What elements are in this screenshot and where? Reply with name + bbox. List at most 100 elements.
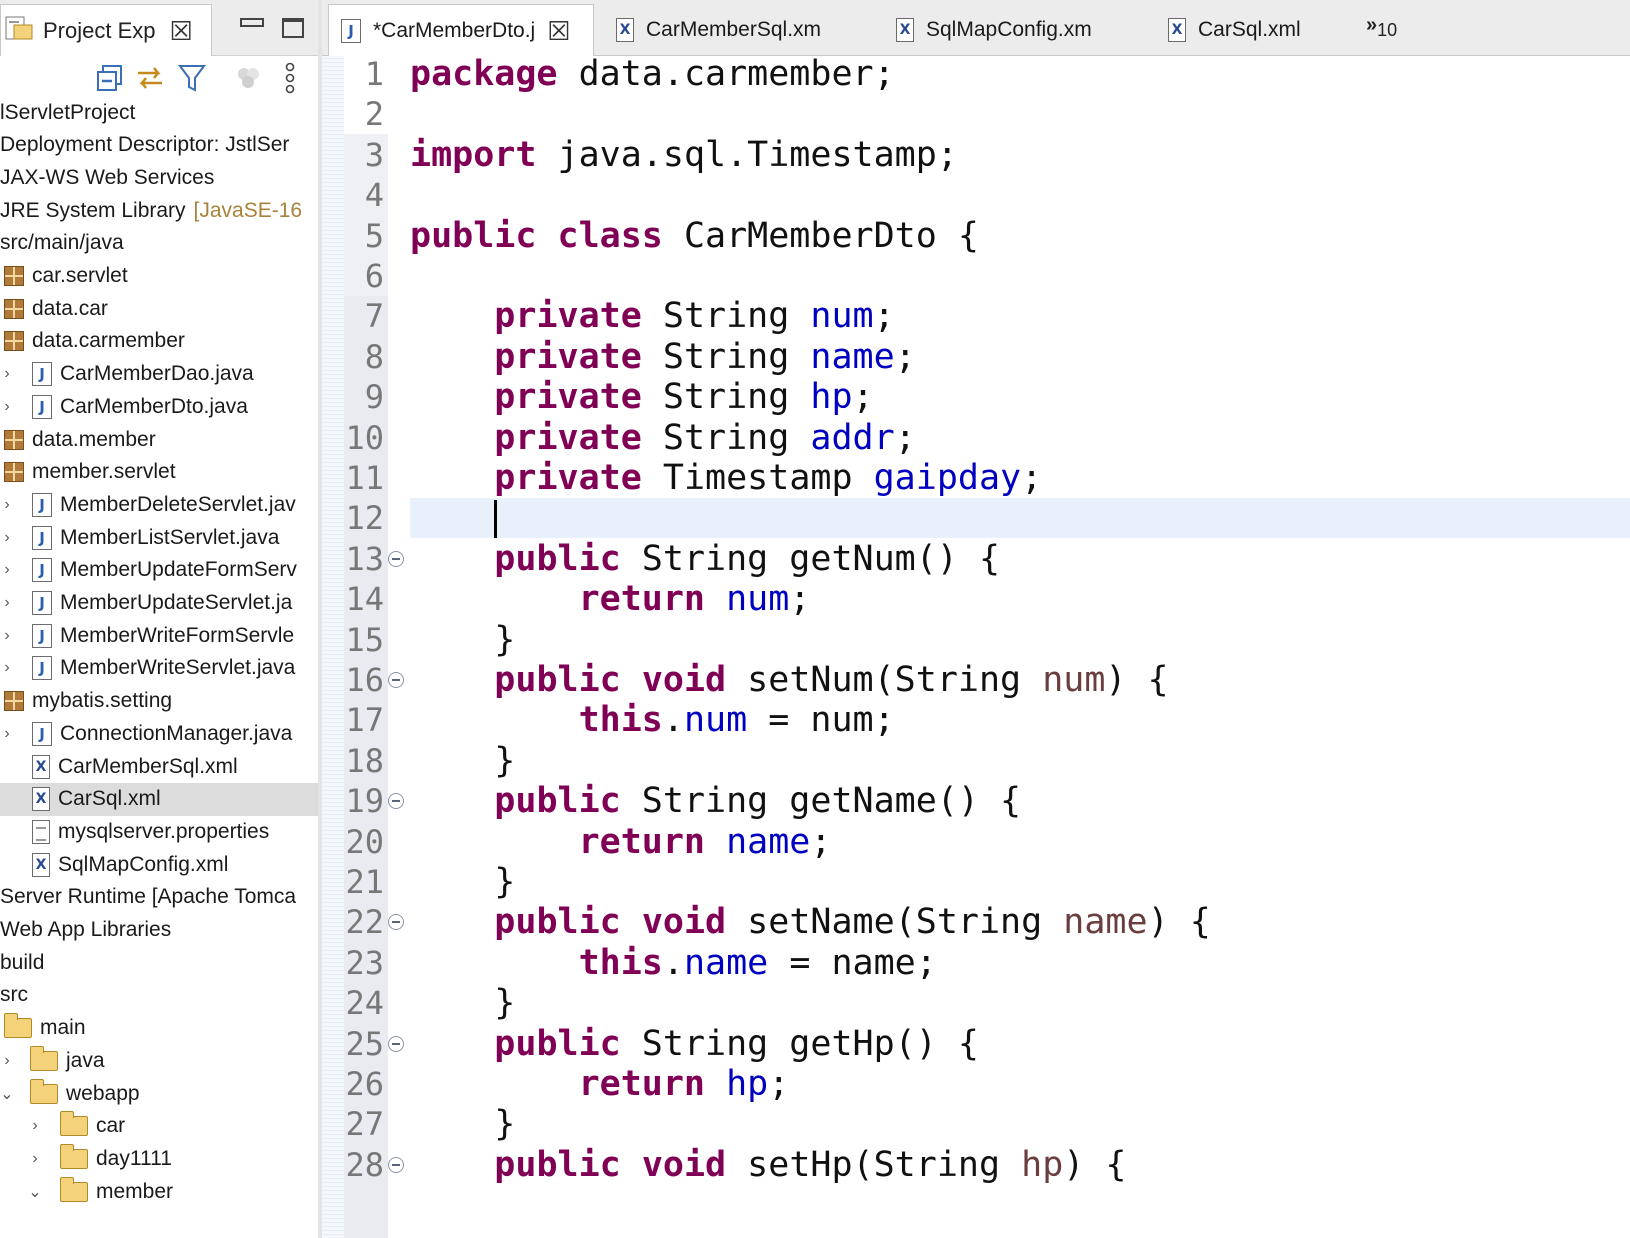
code-line[interactable]: public void setName(String name) {	[410, 902, 1210, 942]
close-icon[interactable]: ☒	[170, 18, 193, 44]
tree-item[interactable]: › J MemberWriteFormServle	[0, 619, 322, 652]
chevron-right-icon[interactable]: ›	[28, 1150, 42, 1168]
chevron-right-icon[interactable]: ›	[0, 659, 14, 677]
tab-project-explorer[interactable]: Project Exp ☒	[0, 4, 212, 56]
chevron-right-icon[interactable]: ›	[0, 725, 14, 743]
xml-file-icon: X	[616, 18, 634, 42]
tab-carmembersql[interactable]: X CarMemberSql.xm	[604, 4, 870, 56]
tree-item[interactable]: Server Runtime [Apache Tomca	[0, 881, 322, 914]
overview-ruler[interactable]	[322, 56, 344, 1238]
code-line[interactable]: public String getName() {	[410, 781, 1021, 821]
maximize-icon[interactable]	[282, 18, 304, 38]
tree-item[interactable]: › car	[0, 1110, 322, 1143]
chevron-right-icon[interactable]: ›	[0, 1052, 14, 1070]
fold-collapse-icon[interactable]	[388, 914, 404, 931]
code-line[interactable]: this.name = name;	[410, 943, 937, 983]
tree-item[interactable]: member.servlet	[0, 456, 322, 489]
tree-item[interactable]: X CarMemberSql.xml	[0, 750, 322, 783]
tab-carsql[interactable]: X CarSql.xml	[1156, 4, 1356, 56]
tree-item[interactable]: › J MemberUpdateFormServ	[0, 554, 322, 587]
code-line[interactable]: }	[410, 862, 515, 902]
code-line[interactable]: }	[410, 1104, 515, 1144]
code-line[interactable]: }	[410, 741, 515, 781]
tree-item[interactable]: lServletProject	[0, 96, 322, 129]
code-line[interactable]: private String addr;	[410, 418, 915, 458]
code-line[interactable]: public void setNum(String num) {	[410, 660, 1168, 700]
tree-item[interactable]: › J MemberListServlet.java	[0, 521, 322, 554]
fold-collapse-icon[interactable]	[388, 1035, 404, 1052]
code-line[interactable]: public void setHp(String hp) {	[410, 1145, 1126, 1185]
filter-icon[interactable]	[176, 62, 208, 94]
code-line[interactable]: return hp;	[410, 1064, 790, 1104]
tree-item[interactable]: › J MemberUpdateServlet.ja	[0, 587, 322, 620]
code-line[interactable]: return num;	[410, 579, 811, 619]
tab-sqlmapconfig[interactable]: X SqlMapConfig.xm	[884, 4, 1150, 56]
code-editor[interactable]: package data.carmember; import java.sql.T…	[322, 54, 1630, 1238]
tree-item[interactable]: X CarSql.xml	[0, 782, 322, 816]
link-with-editor-icon[interactable]	[134, 62, 166, 94]
tree-item[interactable]: data.carmember	[0, 325, 322, 358]
code-line[interactable]: public String getHp() {	[410, 1024, 979, 1064]
code-line[interactable]: import java.sql.Timestamp;	[410, 135, 958, 175]
chevron-right-icon[interactable]: ›	[0, 594, 14, 612]
tree-item[interactable]: src	[0, 979, 322, 1012]
code-line[interactable]	[410, 498, 494, 538]
tree-item[interactable]: data.member	[0, 423, 322, 456]
code-line[interactable]: private String num;	[410, 296, 894, 336]
chevron-down-icon[interactable]: ⌄	[0, 1084, 14, 1104]
tree-item[interactable]: main	[0, 1012, 322, 1045]
tree-item[interactable]: mysqlserver.properties	[0, 815, 322, 848]
tree-item[interactable]: src/main/java	[0, 227, 322, 260]
code-line[interactable]: public class CarMemberDto {	[410, 216, 979, 256]
chevron-right-icon[interactable]: ›	[0, 365, 14, 383]
tree-item[interactable]: Deployment Descriptor: JstlSer	[0, 129, 322, 162]
chevron-right-icon[interactable]: ›	[0, 529, 14, 547]
chevron-right-icon[interactable]: ›	[0, 561, 14, 579]
code-line[interactable]: package data.carmember;	[410, 54, 895, 94]
chevron-right-icon[interactable]: ›	[28, 1117, 42, 1135]
chevron-right-icon[interactable]: ›	[0, 496, 14, 514]
collapse-all-icon[interactable]	[94, 62, 126, 94]
tree-item[interactable]: Web App Libraries	[0, 914, 322, 947]
tree-item[interactable]: ⌄ webapp	[0, 1077, 322, 1110]
chevron-down-icon[interactable]: ⌄	[28, 1182, 42, 1202]
minimize-icon[interactable]	[240, 14, 264, 28]
fold-collapse-icon[interactable]	[388, 793, 404, 810]
tab-overflow-button[interactable]: »10	[1366, 14, 1397, 41]
tree-item[interactable]: › J MemberDeleteServlet.jav	[0, 488, 322, 521]
chevron-right-icon[interactable]: ›	[0, 627, 14, 645]
tree-item[interactable]: › java	[0, 1044, 322, 1077]
tree-item[interactable]: › day1111	[0, 1142, 322, 1175]
tree-item[interactable]: › J CarMemberDao.java	[0, 358, 322, 391]
code-line[interactable]: return name;	[410, 822, 832, 862]
close-icon[interactable]: ☒	[547, 18, 570, 44]
tree-item[interactable]: data.car	[0, 292, 322, 325]
tree-item[interactable]: › J MemberWriteServlet.java	[0, 652, 322, 685]
tab-carmemberdto[interactable]: J *CarMemberDto.j ☒	[328, 4, 594, 56]
code-line[interactable]: }	[410, 620, 515, 660]
tree-item[interactable]: › J CarMemberDto.java	[0, 390, 322, 423]
code-line[interactable]: }	[410, 983, 515, 1023]
tree-item-content: mysqlserver.properties	[32, 819, 269, 844]
tree-item[interactable]: X SqlMapConfig.xml	[0, 848, 322, 881]
tree-item[interactable]: build	[0, 946, 322, 979]
fold-collapse-icon[interactable]	[388, 550, 404, 567]
code-line[interactable]: private Timestamp gaipday;	[410, 458, 1042, 498]
tree-item[interactable]: car.servlet	[0, 260, 322, 293]
tree-item[interactable]: › J ConnectionManager.java	[0, 717, 322, 750]
code-line[interactable]: this.num = num;	[410, 700, 895, 740]
fold-collapse-icon[interactable]	[388, 672, 404, 688]
code-line[interactable]: private String hp;	[410, 377, 873, 417]
tree-item[interactable]: JAX-WS Web Services	[0, 161, 322, 194]
code-line[interactable]: private String name;	[410, 337, 915, 377]
focus-icon[interactable]	[232, 62, 264, 94]
tree-item[interactable]: mybatis.setting	[0, 685, 322, 718]
view-menu-icon[interactable]	[274, 62, 306, 94]
tab-label: SqlMapConfig.xm	[926, 18, 1092, 41]
tree-item[interactable]: JRE System Library [JavaSE-16	[0, 194, 322, 227]
chevron-right-icon[interactable]: ›	[0, 398, 14, 416]
tree-item[interactable]: ⌄ member	[0, 1175, 322, 1208]
fold-collapse-icon[interactable]	[388, 1156, 404, 1173]
tree-item-label: MemberListServlet.java	[60, 525, 280, 549]
code-line[interactable]: public String getNum() {	[410, 539, 1000, 579]
